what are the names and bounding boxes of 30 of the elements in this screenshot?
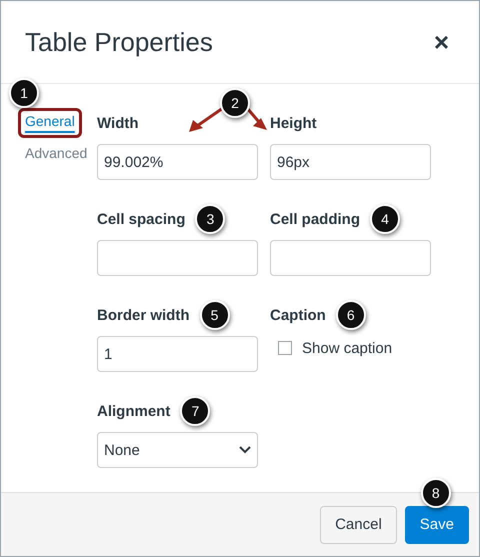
input-field[interactable]: 99.002%	[97, 144, 258, 180]
dropdown[interactable]: None	[97, 432, 258, 468]
cancel-button[interactable]: Cancel	[320, 506, 397, 544]
callout-badge: 5	[200, 300, 230, 330]
callout-badge: 6	[336, 300, 366, 330]
field-label: Cell padding	[270, 210, 360, 228]
callout-badge: 8	[420, 478, 451, 508]
callout-badge: 3	[195, 204, 226, 234]
checkbox-label: Show caption	[302, 340, 392, 356]
callout-badge: 1	[9, 78, 39, 108]
callout-badge: 4	[370, 204, 400, 234]
field-label: Alignment	[97, 402, 170, 420]
save-button[interactable]: Save	[404, 506, 469, 544]
callout-badge: 2	[220, 88, 250, 118]
input-field[interactable]: 1	[97, 336, 258, 372]
field-label: Caption	[270, 306, 326, 324]
chevron-icon	[239, 446, 251, 454]
callout-badge: 7	[180, 396, 210, 426]
field-label: Height	[270, 114, 317, 132]
checkbox[interactable]	[278, 341, 292, 355]
input-field[interactable]	[270, 240, 431, 276]
field-label: Width	[97, 114, 139, 132]
tab[interactable]: General	[18, 108, 82, 138]
dialog-title: Table Properties	[25, 26, 213, 58]
input-field[interactable]: 96px	[270, 144, 431, 180]
field-label: Cell spacing	[97, 210, 186, 228]
field-label: Border width	[97, 306, 190, 324]
tab[interactable]: Advanced	[18, 140, 94, 170]
input-field[interactable]	[97, 240, 258, 276]
close-button[interactable]: ×	[434, 26, 449, 58]
